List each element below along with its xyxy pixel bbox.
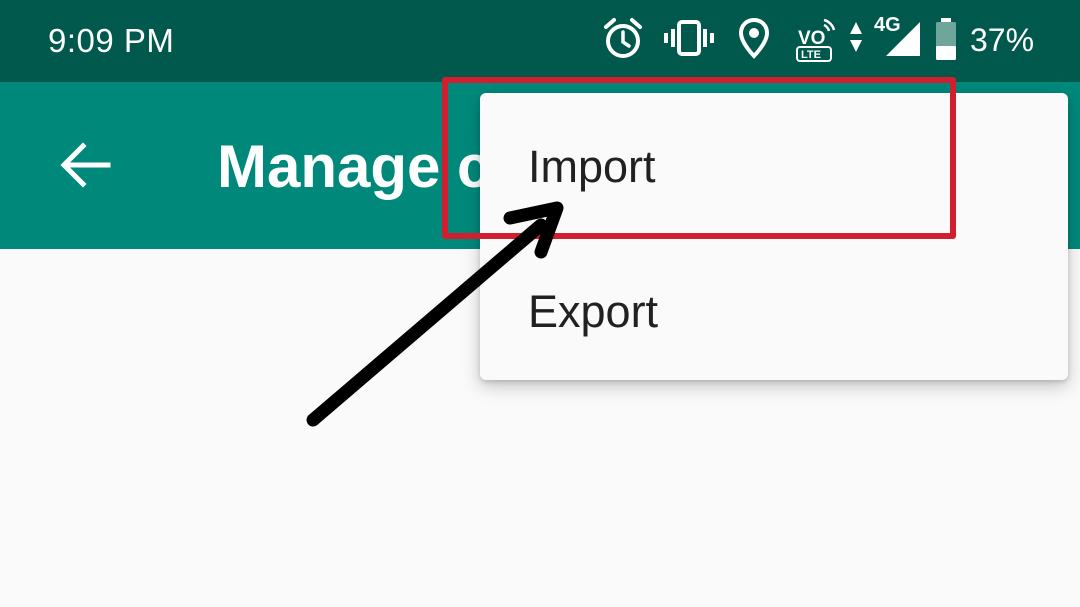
- volte-label: VO: [798, 28, 825, 49]
- volte-sub-label: LTE: [801, 49, 821, 61]
- battery-percentage: 37%: [970, 22, 1035, 58]
- battery-icon: [936, 18, 956, 60]
- menu-item-export-label: Export: [528, 286, 659, 337]
- status-bar: 9:09 PM VO LTE 4G 37%: [0, 0, 1080, 82]
- alarm-icon: [604, 18, 642, 58]
- menu-item-export[interactable]: Export: [480, 238, 1068, 378]
- location-icon: [738, 17, 770, 59]
- menu-item-import-label: Import: [528, 141, 656, 192]
- vibrate-icon: [664, 20, 714, 56]
- status-time: 9:09 PM: [48, 22, 175, 59]
- signal-icon: [886, 22, 920, 56]
- volte-icon: VO LTE: [796, 18, 836, 62]
- overflow-menu: Import Export: [480, 93, 1068, 380]
- data-activity-icon: [850, 22, 862, 52]
- menu-item-import[interactable]: Import: [480, 93, 1068, 233]
- arrow-back-icon[interactable]: [56, 136, 114, 194]
- page-title: Manage c: [217, 133, 491, 200]
